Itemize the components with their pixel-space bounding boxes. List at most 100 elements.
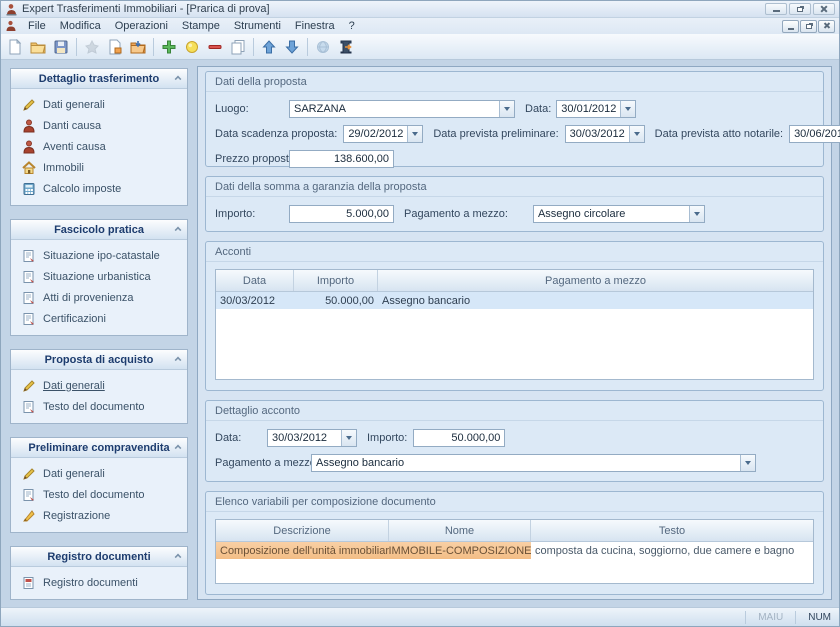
menu-modifica[interactable]: Modifica [53,19,108,33]
app-icon [5,3,18,16]
mdi-restore-button[interactable] [800,20,817,33]
move-up-button[interactable] [258,36,280,58]
app-window: Expert Trasferimenti Immobiliari - [Prar… [0,0,840,627]
collapse-chevron-icon[interactable] [175,227,182,234]
preliminare-datepicker[interactable]: 30/03/2012 [565,125,645,143]
sidebar-item-aventi-causa[interactable]: Aventi causa [21,138,183,155]
sidebar-item-preliminare-testo-documento[interactable]: Testo del documento [21,486,183,503]
column-header-nome[interactable]: Nome [389,520,531,541]
move-up-icon [261,39,277,55]
importo-label: Importo: [215,208,289,220]
menu-operazioni[interactable]: Operazioni [108,19,175,33]
menu-help[interactable]: ? [342,19,362,33]
prezzo-input[interactable]: 138.600,00 [289,150,394,168]
acconto-pagamento-combobox[interactable]: Assegno bancario [311,454,756,472]
acconto-importo-input[interactable]: 50.000,00 [413,429,505,447]
minimize-button[interactable] [765,3,787,15]
nav-section-header[interactable]: Dettaglio trasferimento [11,69,187,89]
nav-section-header[interactable]: Proposta di acquisto [11,350,187,370]
acconto-data-datepicker[interactable]: 30/03/2012 [267,429,357,447]
data-datepicker[interactable]: 30/01/2012 [556,100,636,118]
sidebar-item-situazione-ipo-catastale[interactable]: Situazione ipo-catastale [21,247,183,264]
column-header-testo[interactable]: Testo [531,520,813,541]
notarile-value: 30/06/2012 [790,126,840,142]
new-document-button[interactable] [4,36,26,58]
mdi-minimize-button[interactable] [782,20,799,33]
acconti-table-header: Data Importo Pagamento a mezzo [216,270,813,292]
nav-section-header[interactable]: Preliminare compravendita [11,438,187,458]
column-header-importo[interactable]: Importo [294,270,378,291]
chevron-down-icon[interactable] [407,126,422,142]
move-down-button[interactable] [281,36,303,58]
exit-button[interactable] [335,36,357,58]
chevron-down-icon[interactable] [740,455,755,471]
import-folder-button[interactable] [127,36,149,58]
note-icon [21,269,36,284]
notarile-datepicker[interactable]: 30/06/2012 [789,125,840,143]
group-title: Dettaglio acconto [206,401,823,421]
chevron-down-icon[interactable] [499,101,514,117]
add-button[interactable] [158,36,180,58]
sidebar-item-proposta-testo-documento[interactable]: Testo del documento [21,398,183,415]
menu-strumenti[interactable]: Strumenti [227,19,288,33]
menu-stampe[interactable]: Stampe [175,19,227,33]
importo-input[interactable]: 5.000,00 [289,205,394,223]
collapse-chevron-icon[interactable] [175,76,182,83]
sidebar-item-calcolo-imposte[interactable]: Calcolo imposte [21,180,183,197]
scadenza-value: 29/02/2012 [344,126,407,142]
save-button[interactable] [50,36,72,58]
sidebar-item-immobili[interactable]: Immobili [21,159,183,176]
menu-finestra[interactable]: Finestra [288,19,342,33]
sidebar-item-label: Registrazione [43,510,110,522]
remove-button[interactable] [204,36,226,58]
pagamento-label: Pagamento a mezzo: [404,208,508,220]
sidebar-item-label: Situazione urbanistica [43,271,151,283]
column-header-pagamento[interactable]: Pagamento a mezzo [378,270,813,291]
cell-descrizione: Composizione dell'unità immobiliare [216,542,389,559]
nav-section-header[interactable]: Fascicolo pratica [11,220,187,240]
chevron-down-icon[interactable] [620,101,635,117]
sidebar-item-registrazione[interactable]: Registrazione [21,507,183,524]
luogo-combobox[interactable]: SARZANA [289,100,515,118]
acconto-pagamento-value: Assegno bancario [312,455,740,471]
nav-section-header[interactable]: Registro documenti [11,547,187,567]
menu-file[interactable]: File [21,19,53,33]
sidebar-item-situazione-urbanistica[interactable]: Situazione urbanistica [21,268,183,285]
import-folder-icon [130,39,146,55]
mdi-close-button[interactable] [818,20,835,33]
column-header-descrizione[interactable]: Descrizione [216,520,389,541]
data-value: 30/01/2012 [557,101,620,117]
restore-button[interactable] [789,3,811,15]
close-button[interactable] [813,3,835,15]
sidebar-item-preliminare-dati-generali[interactable]: Dati generali [21,465,183,482]
column-header-data[interactable]: Data [216,270,294,291]
chevron-down-icon[interactable] [629,126,644,142]
collapse-chevron-icon[interactable] [175,445,182,452]
export-document-button[interactable] [104,36,126,58]
sidebar-item-danti-causa[interactable]: Danti causa [21,117,183,134]
group-acconti: Acconti Data Importo Pagamento a mezzo 3… [205,241,824,391]
collapse-chevron-icon[interactable] [175,554,182,561]
edit-button[interactable] [181,36,203,58]
nav-section-fascicolo-pratica: Fascicolo pratica Situazione ipo-catasta… [10,219,188,336]
pagamento-combobox[interactable]: Assegno circolare [533,205,705,223]
acconto-data-value: 30/03/2012 [268,430,341,446]
workspace: Dettaglio trasferimento Dati generali Da… [1,60,839,607]
scadenza-datepicker[interactable]: 29/02/2012 [343,125,423,143]
sidebar-item-certificazioni[interactable]: Certificazioni [21,310,183,327]
sidebar-item-dati-generali[interactable]: Dati generali [21,96,183,113]
statusbar-separator [795,611,796,624]
variabili-table-row[interactable]: Composizione dell'unità immobiliare IMMO… [216,542,813,559]
chevron-down-icon[interactable] [689,206,704,222]
sidebar-item-atti-di-provenienza[interactable]: Atti di provenienza [21,289,183,306]
sidebar-item-proposta-dati-generali[interactable]: Dati generali [21,377,183,394]
open-button[interactable] [27,36,49,58]
copy-document-button[interactable] [227,36,249,58]
main-toolbar [1,34,839,60]
collapse-chevron-icon[interactable] [175,357,182,364]
sidebar-item-registro-documenti[interactable]: Registro documenti [21,574,183,591]
acconti-table-row[interactable]: 30/03/2012 50.000,00 Assegno bancario [216,292,813,309]
chevron-down-icon[interactable] [341,430,356,446]
person-icon [21,139,36,154]
table-empty-area [216,559,813,583]
